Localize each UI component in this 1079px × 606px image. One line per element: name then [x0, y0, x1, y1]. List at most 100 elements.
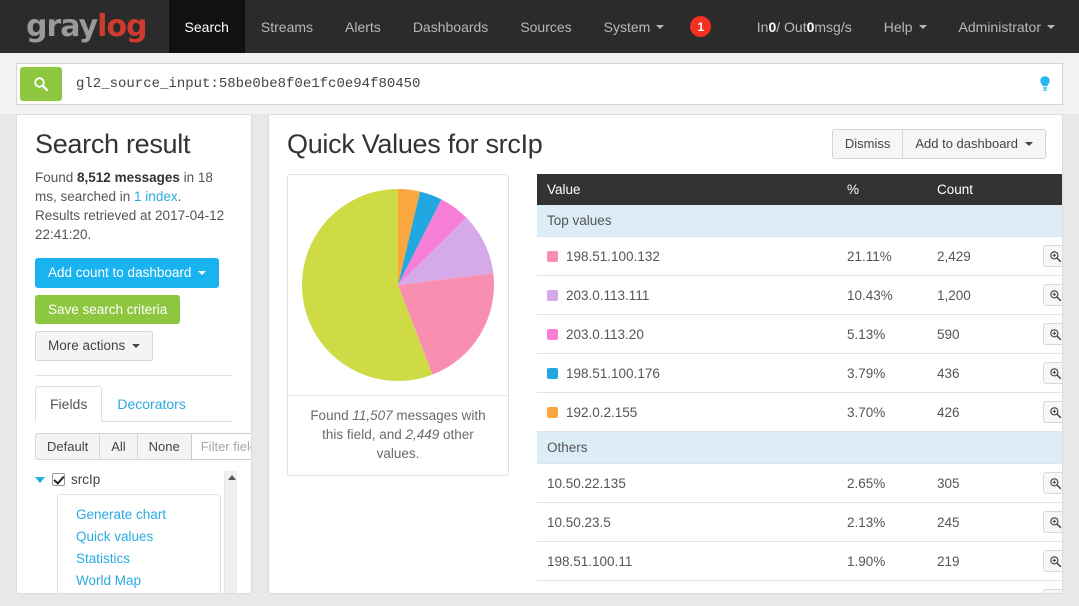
- zoom-in-button[interactable]: [1043, 323, 1063, 345]
- zoom-in-button[interactable]: [1043, 589, 1063, 594]
- nav-item-alerts[interactable]: Alerts: [329, 0, 397, 53]
- zoom-in-button[interactable]: [1043, 511, 1063, 533]
- field-checkbox-srcip[interactable]: [52, 473, 65, 486]
- nav-item-streams[interactable]: Streams: [245, 0, 329, 53]
- cell-percent: 1.90%: [837, 542, 927, 581]
- caption-messages: 11,507: [352, 408, 392, 423]
- throughput-out-value: 0: [807, 19, 815, 35]
- save-search-criteria-button[interactable]: Save search criteria: [35, 295, 180, 325]
- table-row[interactable]: 198.51.100.13221.11%2,429: [537, 237, 1063, 276]
- zoom-in-icon: [1049, 289, 1062, 302]
- zoom-in-button[interactable]: [1043, 550, 1063, 572]
- action-quick-values[interactable]: Quick values: [76, 526, 220, 548]
- chevron-down-icon: [198, 271, 206, 275]
- nav-item-dashboards[interactable]: Dashboards: [397, 0, 505, 53]
- table-row[interactable]: 203.0.113.11110.43%1,200: [537, 276, 1063, 315]
- caret-down-icon[interactable]: [35, 477, 45, 483]
- nav-item-search[interactable]: Search: [169, 0, 245, 53]
- found-suffix: .: [178, 189, 182, 204]
- search-bar-container: [0, 53, 1079, 114]
- index-link[interactable]: 1 index: [134, 189, 178, 204]
- action-statistics[interactable]: Statistics: [76, 548, 220, 570]
- zoom-in-button[interactable]: [1043, 284, 1063, 306]
- logo-text-gray: gray: [26, 9, 97, 44]
- field-row-srcip[interactable]: srcIp: [35, 471, 233, 488]
- action-generate-chart[interactable]: Generate chart: [76, 504, 220, 526]
- quick-values-table-wrap: Value % Count Top values198.51.100.13221…: [537, 174, 1063, 594]
- cell-value: 198.51.100.132: [537, 237, 837, 276]
- cell-value: 192.0.2.155: [537, 393, 837, 432]
- table-row[interactable]: 10.2.0.41.73%199: [537, 581, 1063, 595]
- column-header-count: Count: [927, 174, 1017, 205]
- nav-label-sources: Sources: [520, 19, 571, 35]
- cell-actions: [1017, 542, 1063, 581]
- logo-text-log: log: [97, 9, 146, 44]
- more-actions-row: More actions: [35, 331, 233, 361]
- filter-fields-input[interactable]: [191, 433, 252, 461]
- cell-count: 305: [927, 464, 1017, 503]
- zoom-in-icon: [1049, 328, 1062, 341]
- nav-item-user[interactable]: Administrator: [943, 0, 1071, 53]
- cell-value: 198.51.100.176: [537, 354, 837, 393]
- search-input[interactable]: [62, 64, 1028, 104]
- search-summary: Found 8,512 messages in 18 ms, searched …: [35, 168, 233, 244]
- table-row[interactable]: 10.50.22.1352.65%305: [537, 464, 1063, 503]
- cell-actions: [1017, 237, 1063, 276]
- add-count-to-dashboard-button[interactable]: Add count to dashboard: [35, 258, 219, 288]
- quick-values-table: Value % Count Top values198.51.100.13221…: [537, 174, 1063, 594]
- column-header-actions: [1017, 174, 1063, 205]
- table-row[interactable]: 203.0.113.205.13%590: [537, 315, 1063, 354]
- chevron-down-icon: [656, 25, 664, 29]
- field-list-scrollbar[interactable]: [224, 471, 237, 594]
- more-actions-button[interactable]: More actions: [35, 331, 153, 361]
- nav-label-alerts: Alerts: [345, 19, 381, 35]
- action-world-map[interactable]: World Map: [76, 570, 220, 592]
- tab-fields[interactable]: Fields: [35, 386, 102, 422]
- cell-actions: [1017, 464, 1063, 503]
- filter-none-button[interactable]: None: [137, 433, 192, 461]
- cell-actions: [1017, 503, 1063, 542]
- dismiss-button[interactable]: Dismiss: [832, 129, 904, 159]
- zoom-in-button[interactable]: [1043, 245, 1063, 267]
- throughput-indicator[interactable]: In 0 / Out 0 msg/s: [741, 0, 868, 53]
- nav-item-sources[interactable]: Sources: [504, 0, 587, 53]
- quick-values-panel: Quick Values for srcIp Dismiss Add to da…: [268, 114, 1063, 594]
- search-button[interactable]: [20, 67, 62, 101]
- filter-default-button[interactable]: Default: [35, 433, 100, 461]
- quick-values-body: Found 11,507 messages with this field, a…: [287, 174, 1046, 594]
- filter-all-button[interactable]: All: [99, 433, 137, 461]
- nav-label-help: Help: [884, 19, 913, 35]
- search-icon: [33, 76, 49, 92]
- pie-chart-wrap: [288, 175, 508, 395]
- table-row[interactable]: 198.51.100.111.90%219: [537, 542, 1063, 581]
- zoom-in-button[interactable]: [1043, 472, 1063, 494]
- tab-decorators[interactable]: Decorators: [102, 386, 200, 422]
- table-section-row: Others: [537, 432, 1063, 464]
- save-search-row: Save search criteria: [35, 295, 233, 325]
- value-text: 198.51.100.132: [566, 249, 660, 264]
- add-to-dashboard-button[interactable]: Add to dashboard: [902, 129, 1046, 159]
- zoom-in-button[interactable]: [1043, 362, 1063, 384]
- cell-value: 203.0.113.20: [537, 315, 837, 354]
- scroll-up-arrow-icon[interactable]: [228, 475, 236, 480]
- zoom-in-icon: [1049, 250, 1062, 263]
- pie-chart-card: Found 11,507 messages with this field, a…: [287, 174, 509, 476]
- table-row[interactable]: 10.50.23.52.13%245: [537, 503, 1063, 542]
- results-retrieved-text: Results retrieved at 2017-04-12 22:41:20…: [35, 208, 224, 242]
- query-help-button[interactable]: [1028, 64, 1062, 104]
- table-row[interactable]: 198.51.100.1763.79%436: [537, 354, 1063, 393]
- cell-percent: 2.13%: [837, 503, 927, 542]
- value-text: 198.51.100.176: [566, 366, 660, 381]
- graylog-logo[interactable]: graylog: [0, 0, 169, 53]
- nav-item-system[interactable]: System: [588, 0, 681, 53]
- cell-actions: [1017, 581, 1063, 595]
- nav-item-help[interactable]: Help: [868, 0, 943, 53]
- notification-badge[interactable]: 1: [690, 16, 711, 37]
- pie-chart[interactable]: [298, 185, 498, 385]
- zoom-in-button[interactable]: [1043, 401, 1063, 423]
- pie-slices: [302, 189, 494, 381]
- cell-actions: [1017, 354, 1063, 393]
- table-row[interactable]: 192.0.2.1553.70%426: [537, 393, 1063, 432]
- notification-badge-wrap: 1: [680, 0, 721, 53]
- chevron-down-icon: [1025, 142, 1033, 146]
